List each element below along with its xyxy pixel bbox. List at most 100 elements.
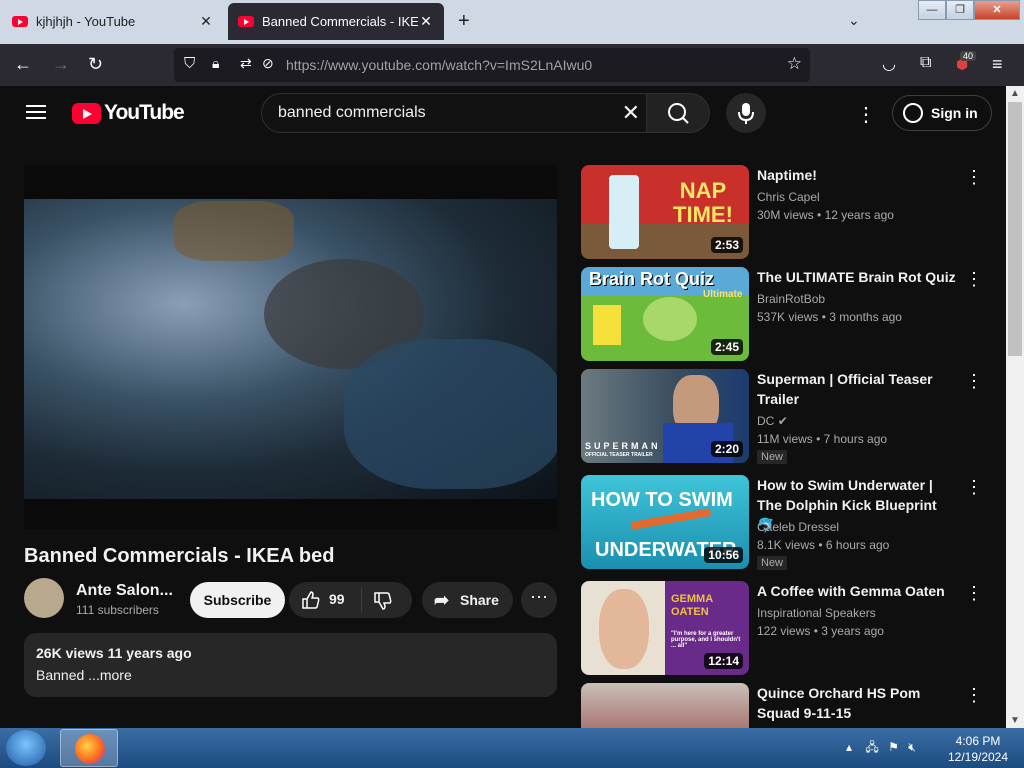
browser-tab-1[interactable]: kjhjhjh - YouTube ✕ — [2, 3, 224, 40]
recommendation-title[interactable]: Quince Orchard HS Pom Squad 9-11-15 — [757, 683, 957, 723]
thumbnail-subtext: Ultimate — [703, 289, 743, 300]
forward-icon[interactable]: → — [52, 54, 70, 75]
view-count-date: 26K views 11 years ago — [36, 645, 192, 661]
video-thumbnail[interactable]: GEMMA OATEN "I'm here for a greater purp… — [581, 581, 749, 675]
recommendation-channel[interactable]: Inspirational Speakers — [757, 606, 876, 620]
like-count[interactable]: 99 — [329, 591, 345, 607]
account-icon — [903, 103, 923, 123]
recommendation-channel[interactable]: Chris Capel — [757, 190, 820, 204]
video-frame — [24, 199, 557, 499]
recommendation-channel[interactable]: BrainRotBob — [757, 292, 825, 306]
video-thumbnail[interactable]: Brain Rot Quiz Ultimate 2:45 — [581, 267, 749, 361]
clear-search-icon[interactable]: ✕ — [622, 100, 640, 126]
permissions-icon[interactable]: ⇄ — [240, 55, 252, 72]
recommendation-item[interactable]: GEMMA OATEN "I'm here for a greater purp… — [581, 581, 1001, 675]
video-thumbnail[interactable]: NAP TIME! 2:53 — [581, 165, 749, 259]
recommendation-channel[interactable]: Caeleb Dressel — [757, 520, 839, 534]
search-button[interactable] — [646, 93, 710, 133]
duration-badge: 10:56 — [704, 547, 743, 563]
recommendation-item[interactable]: HOW TO SWIM UNDERWATER 10:56 How to Swim… — [581, 475, 1001, 571]
window-controls: — ❐ ✕ — [918, 0, 1020, 20]
recommendation-title[interactable]: A Coffee with Gemma Oaten — [757, 581, 957, 601]
close-tab-icon[interactable]: ✕ — [198, 13, 214, 30]
minimize-button[interactable]: — — [918, 0, 946, 20]
restore-button[interactable]: ❐ — [946, 0, 974, 20]
channel-avatar[interactable] — [24, 578, 64, 618]
reload-icon[interactable]: ↻ — [88, 54, 103, 75]
recommendation-channel[interactable]: DC ✔ — [757, 414, 788, 428]
action-center-flag-icon[interactable]: ⚑ — [888, 740, 899, 754]
recommendation-item[interactable]: SUPERMAN OFFICIAL TEASER TRAILER 2:20 Su… — [581, 369, 1001, 465]
description-text[interactable]: Banned ...more — [36, 667, 545, 683]
search-input[interactable]: banned commercials — [278, 104, 426, 122]
new-tab-icon[interactable]: + — [458, 10, 470, 33]
recommendation-menu-icon[interactable]: ⋮ — [965, 167, 983, 188]
video-player[interactable] — [24, 165, 557, 529]
thumbs-up-icon[interactable] — [301, 590, 321, 610]
share-button[interactable]: ➦ Share — [422, 582, 513, 618]
video-title: Banned Commercials - IKEA bed — [24, 545, 335, 567]
video-thumbnail[interactable]: HOW TO SWIM UNDERWATER 10:56 — [581, 475, 749, 569]
youtube-favicon-icon — [12, 16, 28, 27]
recommendation-menu-icon[interactable]: ⋮ — [965, 477, 983, 498]
page-scrollbar[interactable]: ▲ ▼ — [1006, 86, 1024, 728]
recommendation-title[interactable]: Naptime! — [757, 165, 957, 185]
youtube-logo[interactable]: YouTube — [72, 101, 185, 125]
channel-name[interactable]: Ante Salon... — [76, 582, 173, 600]
recommendation-menu-icon[interactable]: ⋮ — [965, 269, 983, 290]
video-thumbnail[interactable] — [581, 683, 749, 728]
recommendation-menu-icon[interactable]: ⋮ — [965, 685, 983, 706]
taskbar-clock[interactable]: 4:06 PM 12/19/2024 — [940, 733, 1016, 765]
lock-icon[interactable]: 🔒︎ — [212, 55, 219, 72]
taskbar-firefox-button[interactable] — [60, 729, 118, 767]
search-box[interactable]: banned commercials ✕ — [261, 93, 647, 133]
back-icon[interactable]: ← — [14, 54, 32, 75]
video-thumbnail[interactable]: SUPERMAN OFFICIAL TEASER TRAILER 2:20 — [581, 369, 749, 463]
scroll-down-icon[interactable]: ▼ — [1010, 715, 1020, 726]
url-bar[interactable]: ⛉ 🔒︎ ⇄ ⊘ https://www.youtube.com/watch?v… — [174, 48, 810, 82]
close-tab-icon[interactable]: ✕ — [418, 13, 434, 30]
subscribe-button[interactable]: Subscribe — [190, 582, 285, 618]
recommendation-item[interactable]: Brain Rot Quiz Ultimate 2:45 The ULTIMAT… — [581, 267, 1001, 361]
clock-date: 12/19/2024 — [947, 750, 1009, 764]
tab-title: kjhjhjh - YouTube — [36, 14, 136, 29]
recommendation-menu-icon[interactable]: ⋮ — [965, 583, 983, 604]
extensions-icon[interactable]: ⧉ — [920, 54, 931, 72]
duration-badge: 2:53 — [710, 237, 743, 253]
recommendation-title[interactable]: The ULTIMATE Brain Rot Quiz — [757, 267, 957, 287]
autoplay-blocked-icon[interactable]: ⊘ — [262, 55, 274, 72]
scroll-up-icon[interactable]: ▲ — [1010, 88, 1020, 99]
network-icon[interactable]: 🖧︎ — [865, 740, 878, 754]
tracking-shield-icon[interactable]: ⛉ — [184, 55, 195, 72]
list-tabs-chevron-icon[interactable]: ⌄ — [848, 12, 860, 29]
bookmark-star-icon[interactable]: ☆ — [787, 54, 802, 74]
settings-kebab-icon[interactable]: ⋮ — [856, 102, 876, 127]
duration-badge: 2:45 — [710, 339, 743, 355]
pocket-icon[interactable]: ◡ — [882, 54, 896, 74]
recommendation-item[interactable]: NAP TIME! 2:53 Naptime! Chris Capel 30M … — [581, 165, 1001, 259]
description-box[interactable]: 26K views 11 years ago Banned ...more — [24, 633, 557, 697]
guide-menu-icon[interactable] — [26, 105, 46, 119]
start-button[interactable] — [6, 730, 46, 766]
volume-muted-icon[interactable]: 🔇︎ — [908, 740, 916, 754]
more-actions-button[interactable]: ⋯ — [521, 582, 557, 618]
recommendation-menu-icon[interactable]: ⋮ — [965, 371, 983, 392]
voice-search-button[interactable] — [726, 93, 766, 133]
views: 11M views — [757, 432, 813, 446]
close-window-button[interactable]: ✕ — [974, 0, 1020, 20]
thumbnail-text: Brain Rot Quiz — [589, 269, 714, 289]
like-divider — [361, 588, 362, 612]
recommendation-meta: 11M views • 7 hours ago — [757, 432, 888, 446]
menu-icon[interactable]: ≡ — [992, 54, 1003, 75]
system-tray: ▴ 🖧︎ ⚑ 🔇︎ — [846, 738, 916, 759]
age: 6 hours ago — [825, 538, 890, 552]
url-text[interactable]: https://www.youtube.com/watch?v=ImS2LnAI… — [286, 57, 592, 73]
sign-in-button[interactable]: Sign in — [892, 95, 992, 131]
scrollbar-thumb[interactable] — [1008, 102, 1022, 356]
age: 3 months ago — [829, 310, 902, 324]
recommendation-item[interactable]: Quince Orchard HS Pom Squad 9-11-15 ⋮ — [581, 683, 1001, 728]
show-hidden-icons-icon[interactable]: ▴ — [846, 740, 852, 754]
recommendation-title[interactable]: Superman | Official Teaser Trailer — [757, 369, 957, 409]
browser-tab-2[interactable]: Banned Commercials - IKEA be ✕ — [228, 3, 444, 40]
thumbs-down-icon[interactable] — [373, 591, 393, 611]
